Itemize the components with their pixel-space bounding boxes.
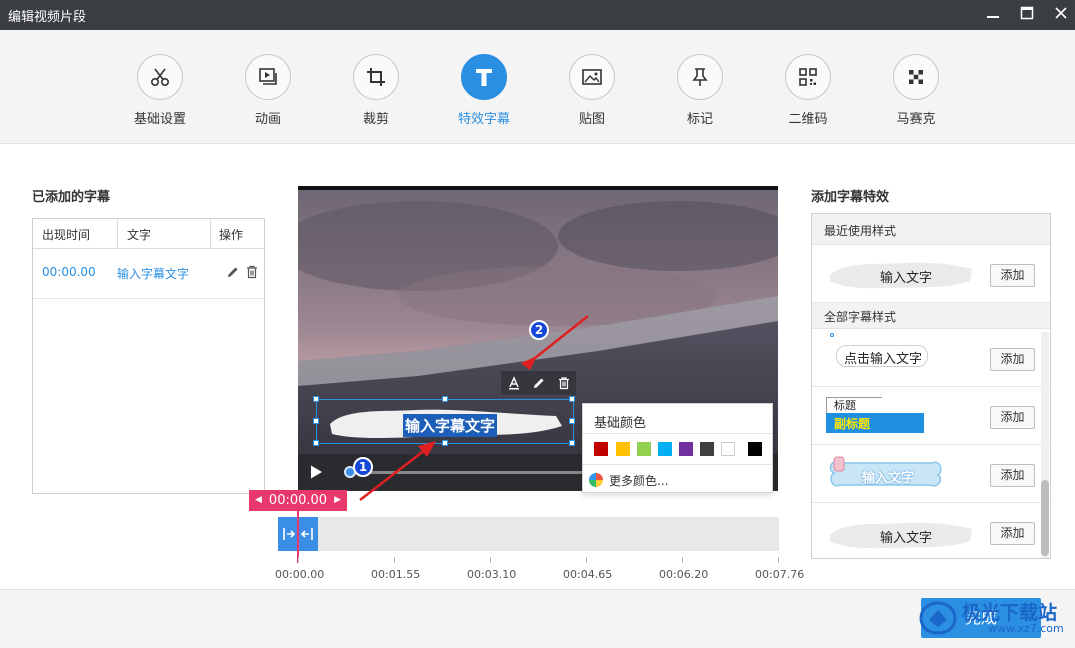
add-style-button[interactable]: 添加 bbox=[990, 522, 1035, 545]
color-swatch-dark-gray[interactable] bbox=[700, 442, 714, 456]
style-preview-text: 输入文字 bbox=[880, 531, 933, 546]
current-time: 00:00.00 bbox=[268, 493, 328, 508]
all-styles-header: 全部字幕样式 bbox=[812, 303, 1050, 329]
more-colors-label: 更多颜色... bbox=[609, 473, 669, 488]
effects-panel: 最近使用样式 输入文字 添加 全部字幕样式 点击输入文字 添加 标题 副标题 添… bbox=[811, 213, 1051, 559]
callout-badge-1: 1 bbox=[353, 457, 373, 477]
ruler-label: 00:01.55 bbox=[371, 568, 421, 581]
footer-bar bbox=[0, 589, 1075, 648]
playhead[interactable] bbox=[297, 510, 299, 563]
add-style-button[interactable]: 添加 bbox=[990, 264, 1035, 287]
style-row-recent[interactable]: 输入文字 添加 bbox=[812, 245, 1050, 303]
style-preview-text: 点击输入文字 bbox=[844, 352, 923, 367]
ruler-label: 00:07.76 bbox=[755, 568, 805, 581]
style-preview-text: 输入文字 bbox=[880, 271, 933, 286]
color-picker-popup: 基础颜色 更多颜色... bbox=[582, 403, 773, 493]
ruler-label: 00:06.20 bbox=[659, 568, 709, 581]
color-swatch-purple[interactable] bbox=[679, 442, 693, 456]
style-preview-title: 标题 bbox=[834, 399, 856, 412]
color-swatch-red[interactable] bbox=[594, 442, 608, 456]
ruler-tick bbox=[778, 557, 779, 563]
recent-styles-header: 最近使用样式 bbox=[812, 214, 1050, 245]
style-row[interactable]: 点击输入文字 添加 bbox=[812, 329, 1050, 387]
styles-scroll-thumb[interactable] bbox=[1041, 480, 1049, 556]
effects-title: 添加字幕特效 bbox=[811, 190, 890, 205]
all-styles-label: 全部字幕样式 bbox=[824, 310, 897, 324]
style-row[interactable]: 标题 副标题 添加 bbox=[812, 387, 1050, 445]
ruler-label: 00:03.10 bbox=[467, 568, 517, 581]
color-swatch-white[interactable] bbox=[721, 442, 735, 456]
color-swatch-green[interactable] bbox=[637, 442, 651, 456]
style-preview-text: 输入文字 bbox=[862, 471, 915, 486]
step-forward-icon[interactable]: ▶ bbox=[334, 490, 341, 511]
ruler-tick bbox=[298, 557, 299, 563]
more-colors-button[interactable]: 更多颜色... bbox=[589, 471, 668, 489]
add-style-button[interactable]: 添加 bbox=[990, 406, 1035, 429]
ruler-tick bbox=[490, 557, 491, 563]
timeline-track[interactable] bbox=[278, 517, 779, 551]
callout-badge-2: 2 bbox=[529, 320, 549, 340]
recent-styles-label: 最近使用样式 bbox=[824, 224, 897, 238]
ruler-tick bbox=[586, 557, 587, 563]
ruler-tick bbox=[394, 557, 395, 563]
ruler-label: 00:00.00 bbox=[275, 568, 325, 581]
done-button[interactable]: 完成 bbox=[921, 598, 1041, 638]
color-wheel-icon bbox=[589, 473, 603, 487]
color-swatch-orange[interactable] bbox=[616, 442, 630, 456]
ruler-tick bbox=[682, 557, 683, 563]
current-time-tag[interactable]: ◀ 00:00.00 ▶ bbox=[249, 490, 347, 511]
color-popup-title: 基础颜色 bbox=[594, 416, 647, 431]
step-back-icon[interactable]: ◀ bbox=[255, 490, 262, 511]
add-style-button[interactable]: 添加 bbox=[990, 464, 1035, 487]
style-preview-subtitle: 副标题 bbox=[834, 417, 871, 431]
style-row[interactable]: 输入文字 添加 bbox=[812, 445, 1050, 503]
color-swatch-black[interactable] bbox=[748, 442, 762, 456]
add-style-button[interactable]: 添加 bbox=[990, 348, 1035, 371]
style-row[interactable]: 输入文字 添加 bbox=[812, 503, 1050, 558]
ruler-label: 00:04.65 bbox=[563, 568, 613, 581]
color-swatch-blue[interactable] bbox=[658, 442, 672, 456]
